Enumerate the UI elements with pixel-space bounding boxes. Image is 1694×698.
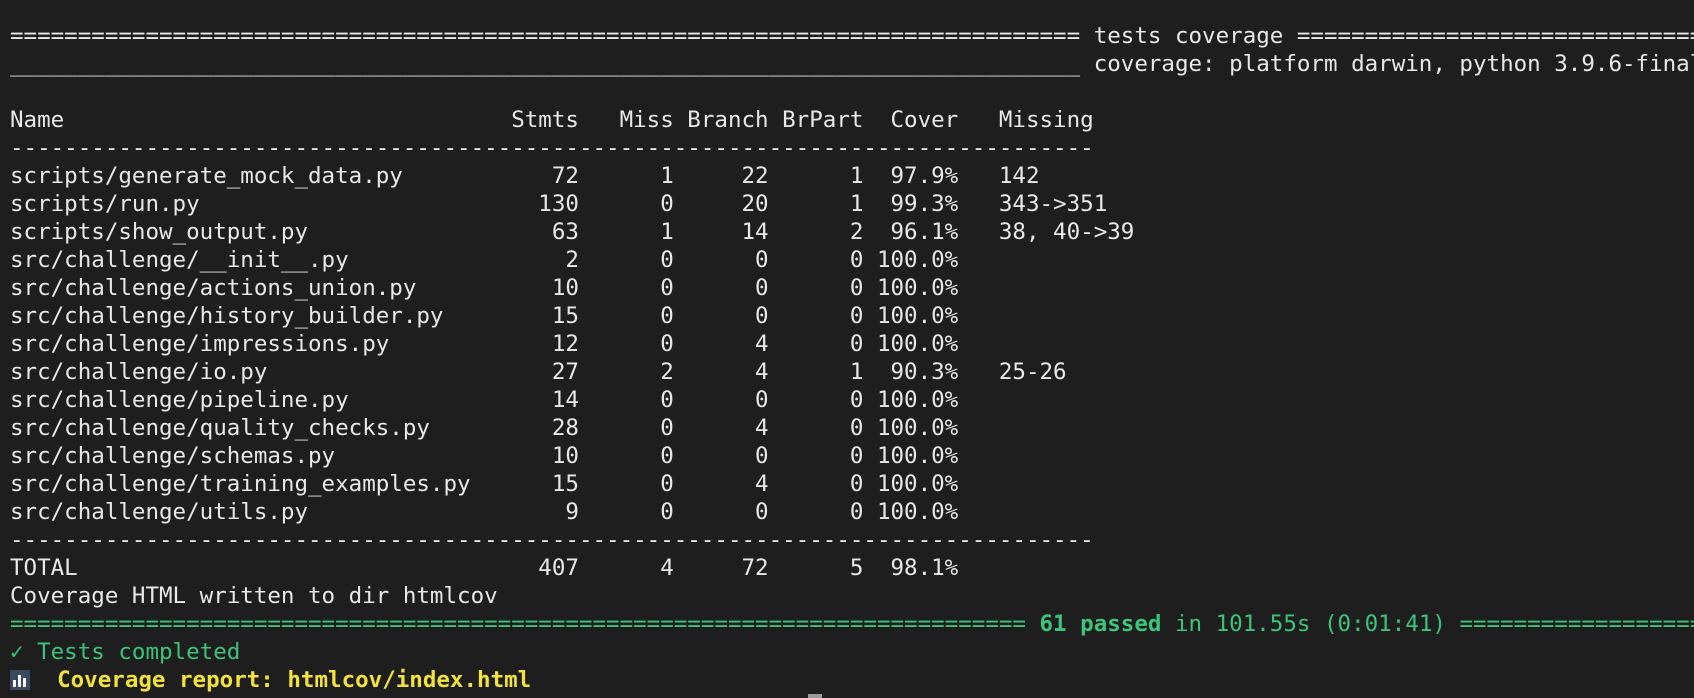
passed-count: 61 passed [1039, 611, 1162, 637]
table-separator-bottom: ----------------------------------------… [10, 527, 1094, 553]
platform-header: ________________________________________… [10, 51, 1694, 77]
table-separator-top: ----------------------------------------… [10, 135, 1094, 161]
table-row: src/challenge/actions_union.py 10 0 0 0 … [10, 275, 959, 301]
table-row: src/challenge/impressions.py 12 0 4 0 10… [10, 331, 959, 357]
table-row: src/challenge/__init__.py 2 0 0 0 100.0% [10, 247, 959, 273]
coverage-report-path: Coverage report: htmlcov/index.html [57, 667, 532, 693]
table-row: src/challenge/training_examples.py 15 0 … [10, 471, 959, 497]
terminal-cursor [808, 694, 822, 698]
terminal-output: ========================================… [10, 22, 1694, 694]
duration-text: in 101.55s (0:01:41) [1161, 611, 1460, 637]
tests-coverage-header: ========================================… [10, 23, 1694, 49]
bar-chart-icon [10, 670, 30, 690]
tests-completed-message: ✓ Tests completed [10, 639, 241, 665]
table-row: src/challenge/quality_checks.py 28 0 4 0… [10, 415, 959, 441]
table-total-row: TOTAL 407 4 72 5 98.1% [10, 555, 959, 581]
table-row: scripts/generate_mock_data.py 72 1 22 1 … [10, 163, 1040, 189]
table-row: src/challenge/history_builder.py 15 0 0 … [10, 303, 959, 329]
summary-right-rule: ========================================… [1459, 611, 1694, 637]
table-row: src/challenge/schemas.py 10 0 0 0 100.0% [10, 443, 959, 469]
table-row: src/challenge/pipeline.py 14 0 0 0 100.0… [10, 387, 959, 413]
table-row: src/challenge/utils.py 9 0 0 0 100.0% [10, 499, 959, 525]
table-row: scripts/show_output.py 63 1 14 2 96.1% 3… [10, 219, 1135, 245]
summary-left-rule: ========================================… [10, 611, 1040, 637]
table-row: src/challenge/io.py 27 2 4 1 90.3% 25-26 [10, 359, 1067, 385]
table-row: scripts/run.py 130 0 20 1 99.3% 343->351 [10, 191, 1108, 217]
coverage-report-line: Coverage report: htmlcov/index.html [10, 666, 1694, 694]
coverage-table-header: Name Stmts Miss Branch BrPart Cover Miss… [10, 107, 1094, 133]
html-written-line: Coverage HTML written to dir htmlcov [10, 583, 498, 609]
test-summary-line: ========================================… [10, 610, 1694, 638]
